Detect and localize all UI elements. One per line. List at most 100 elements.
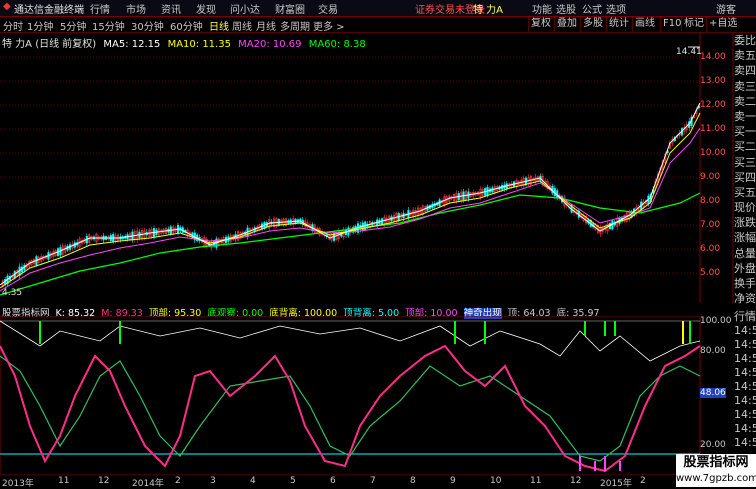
time-tick: 2	[175, 476, 181, 486]
white-line	[0, 320, 701, 362]
indicator-tick: 20.00	[700, 440, 726, 450]
price-tick: 6.00	[700, 244, 721, 254]
side-label: 行情	[734, 310, 756, 323]
side-label: 外盘	[734, 261, 756, 275]
side-label: 涨幅	[734, 231, 756, 245]
time-tick: 5	[290, 476, 296, 486]
price-tick: 9.00	[700, 172, 721, 182]
price-tick: 5.00	[700, 268, 721, 278]
time-tick: 7	[370, 476, 376, 486]
k-line	[0, 344, 701, 473]
period-fenshi[interactable]: 分时	[3, 18, 23, 33]
watermark-logo: 股票指标网 www.7gpzb.com	[676, 454, 756, 487]
price-tick: 7.00	[700, 220, 721, 230]
price-tick: 14.00	[700, 52, 726, 62]
period-15min[interactable]: 15分钟	[92, 18, 125, 33]
side-label: 卖三	[734, 79, 756, 93]
low-price-label: 4.35	[2, 288, 22, 298]
peak-price-label: 14.41	[676, 47, 702, 57]
diejia-button[interactable]: 叠加	[554, 17, 579, 31]
menu-wenxiaoda[interactable]: 问小达	[230, 1, 260, 16]
menu-gongshi[interactable]: 公式	[582, 1, 602, 16]
side-label: 14:5	[734, 324, 756, 337]
price-tick: 12.00	[700, 100, 726, 110]
indicator-tick: 80.00	[700, 346, 726, 356]
time-tick: 4	[250, 476, 256, 486]
period-weekly[interactable]: 周线	[232, 18, 252, 33]
period-multi[interactable]: 多周期	[280, 18, 310, 33]
side-label: 14:5	[734, 394, 756, 407]
side-label: 买一	[734, 125, 756, 139]
tongji-button[interactable]: 统计	[606, 17, 631, 31]
price-tick: 11.00	[700, 124, 726, 134]
watermark-url: www.7gpzb.com	[676, 473, 756, 484]
ma5-line	[0, 102, 701, 286]
side-label: 14:5	[734, 436, 756, 449]
period-monthly[interactable]: 月线	[256, 18, 276, 33]
time-tick: 11	[530, 476, 542, 486]
side-label: 现价	[734, 201, 756, 215]
side-label: 买五	[734, 185, 756, 199]
time-tick: 12	[570, 476, 582, 486]
side-label: 卖五	[734, 49, 756, 63]
menu-jiaoyi[interactable]: 交易	[318, 1, 338, 16]
kline-chart[interactable]: 14.41 4.35	[0, 33, 734, 303]
side-label: 买三	[734, 155, 756, 169]
indicator-current-value: 48.06	[700, 388, 726, 398]
side-label: 14:5	[734, 422, 756, 435]
time-tick: 2013年	[2, 479, 34, 489]
side-label: 委比	[734, 34, 756, 47]
biaoji-button[interactable]: 标记	[681, 17, 706, 31]
tick-side-panel: 行情 14:5 14:5 14:5 14:5 14:5 14:5 14:5 14…	[734, 310, 756, 450]
time-tick: 8	[410, 476, 416, 486]
app-name: 通达信金融终端	[14, 5, 84, 16]
period-5min[interactable]: 5分钟	[60, 18, 86, 33]
time-tick: 11	[58, 476, 70, 486]
menu-shichang[interactable]: 市场	[126, 1, 146, 16]
side-label: 换手	[734, 277, 756, 290]
price-tick: 13.00	[700, 76, 726, 86]
indicator-chart[interactable]	[0, 316, 734, 475]
time-tick: 3	[210, 476, 216, 486]
ma60-line	[0, 192, 701, 296]
menu-zixun[interactable]: 资讯	[161, 1, 181, 16]
menu-faxian[interactable]: 发现	[196, 1, 216, 16]
user-label[interactable]: 游客	[716, 1, 736, 16]
menu-gongneng[interactable]: 功能	[532, 1, 552, 16]
f10-button[interactable]: F10	[660, 17, 683, 31]
side-label: 净资	[734, 292, 756, 306]
period-60min[interactable]: 60分钟	[170, 18, 203, 33]
time-tick: 6	[330, 476, 336, 486]
huaxian-button[interactable]: 画线	[632, 17, 657, 31]
side-label: 卖一	[734, 109, 756, 123]
menu-caifuquan[interactable]: 财富圈	[275, 1, 305, 16]
m-line	[0, 355, 701, 462]
stock-name: 特 力A	[473, 5, 504, 16]
time-axis: 2013年 11 12 2014年 2 3 4 5 6 7 8 9 10 11 …	[0, 476, 756, 489]
side-label: 卖四	[734, 64, 756, 78]
period-1min[interactable]: 1分钟	[27, 18, 53, 33]
side-label: 买四	[734, 170, 756, 184]
side-label: 买二	[734, 140, 756, 154]
time-tick: 9	[450, 476, 456, 486]
menu-xuangu[interactable]: 选股	[556, 1, 576, 16]
side-label: 14:5	[734, 408, 756, 421]
menu-hangqing[interactable]: 行情	[90, 1, 110, 16]
menu-xuanxiang[interactable]: 选项	[606, 1, 626, 16]
period-more[interactable]: 更多 >	[313, 18, 345, 33]
fuquan-button[interactable]: 复权	[528, 17, 553, 31]
zixuan-button[interactable]: +自选	[706, 17, 739, 31]
duogu-button[interactable]: 多股	[580, 17, 605, 31]
price-tick: 8.00	[700, 196, 721, 206]
side-label: 14:5	[734, 366, 756, 379]
period-daily[interactable]: 日线	[209, 18, 229, 33]
quote-side-panel: 委比 卖五 卖四 卖三 卖二 卖一 买一 买二 买三 买四 买五 现价 涨跌 涨…	[734, 33, 756, 305]
time-tick: 2014年	[132, 479, 164, 489]
side-label: 总量	[734, 246, 756, 260]
watermark-title: 股票指标网	[683, 455, 749, 470]
period-30min[interactable]: 30分钟	[131, 18, 164, 33]
side-label: 卖二	[734, 94, 756, 108]
price-tick: 10.00	[700, 148, 726, 158]
side-label: 14:5	[734, 380, 756, 393]
side-label: 14:5	[734, 352, 756, 365]
